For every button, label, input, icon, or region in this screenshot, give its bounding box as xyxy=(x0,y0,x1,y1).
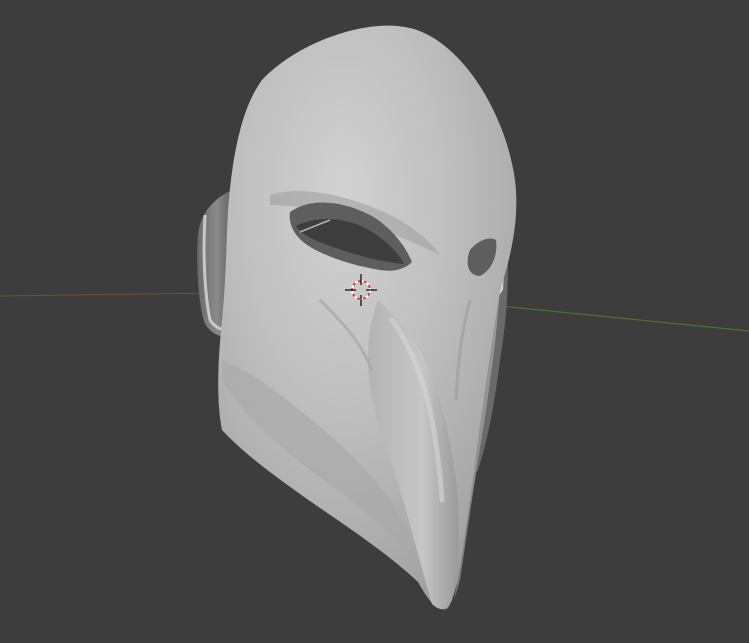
3d-viewport[interactable] xyxy=(0,0,749,643)
mask-model[interactable] xyxy=(197,25,517,610)
mask-body xyxy=(218,25,517,610)
x-axis-line xyxy=(0,292,221,297)
y-axis-line xyxy=(499,305,749,332)
viewport-canvas[interactable] xyxy=(0,0,749,643)
